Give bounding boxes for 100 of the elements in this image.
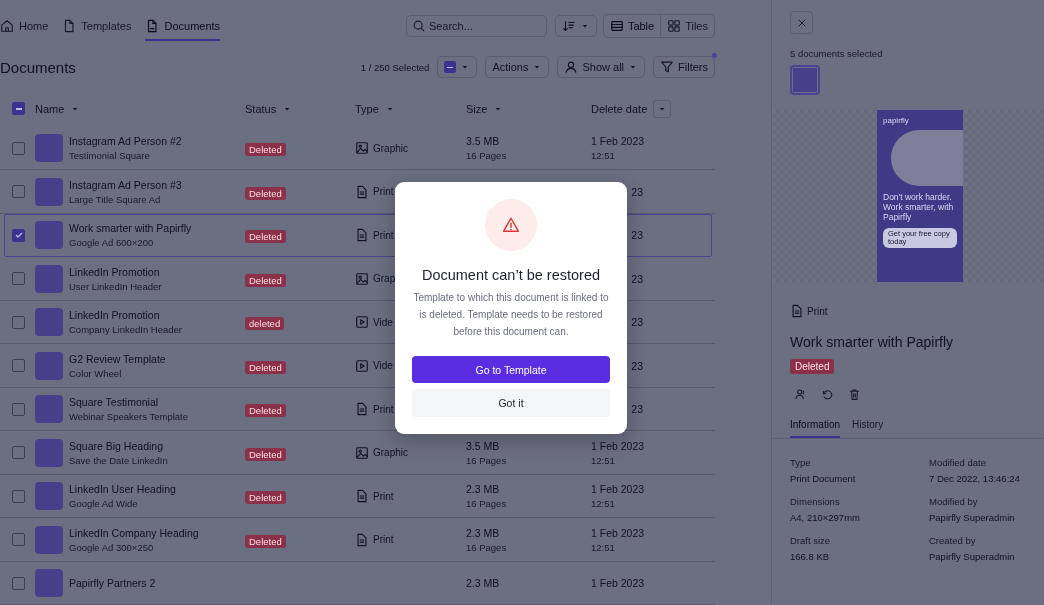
image-icon xyxy=(355,141,369,156)
select-all-checkbox[interactable] xyxy=(12,102,25,116)
row-checkbox[interactable] xyxy=(12,228,25,242)
view-toggle[interactable]: Table xyxy=(603,14,662,37)
filter-icon xyxy=(660,60,675,75)
home-icon xyxy=(0,18,14,33)
row-checkbox[interactable] xyxy=(12,315,25,329)
selection-count: 1 / 250 Selected xyxy=(360,61,430,73)
document-subtitle: User LinkedIn Header xyxy=(69,280,163,292)
row-checkbox[interactable] xyxy=(12,533,25,547)
document-subtitle: Large Title Square Ad xyxy=(69,193,162,205)
status-badge: Deleted xyxy=(245,273,286,287)
table-row[interactable]: LinkedIn Company Heading Google Ad 300×250 Deleted Print 2.3 MB 16 Pages 1 Feb 2023 12:51 xyxy=(0,518,715,562)
photo-placeholder xyxy=(891,130,963,186)
delete-date: 23 xyxy=(630,316,643,329)
warning-icon xyxy=(502,216,520,234)
thumbnail xyxy=(35,438,63,467)
panel-tab[interactable]: History xyxy=(852,419,884,438)
row-checkbox[interactable] xyxy=(12,446,25,460)
field-value: Papirfly Superadmin xyxy=(929,551,1016,562)
column-header[interactable]: Type xyxy=(355,102,379,115)
table-row[interactable]: Instagram Ad Person #2 Testimonial Square Deleted Graphic 3.5 MB 16 Pages 1 Feb 2023 12:51 xyxy=(0,126,715,171)
delete-time: 12:51 xyxy=(591,454,616,466)
selected-thumbnail[interactable] xyxy=(790,65,820,95)
nav-tab[interactable]: Documents xyxy=(145,10,221,41)
column-header[interactable]: Name xyxy=(35,102,65,115)
page-count: 16 Pages xyxy=(466,498,508,510)
row-checkbox[interactable] xyxy=(12,185,25,199)
sort-button[interactable] xyxy=(554,14,597,37)
document-title: Square Big Heading xyxy=(69,439,164,452)
document-title: G2 Review Template xyxy=(69,352,167,365)
sort-icon xyxy=(561,18,576,33)
thumbnail xyxy=(35,525,63,554)
document-title: Papirfly Partners 2 xyxy=(69,577,157,590)
delete-date: 1 Feb 2023 xyxy=(591,483,643,496)
field-value: A4, 210×297mm xyxy=(790,512,861,523)
delete-date: 23 xyxy=(630,403,643,416)
document-title: Work smarter with Papirfly xyxy=(69,222,193,235)
document-subtitle: Google Ad 300×250 xyxy=(69,541,155,553)
type-label: Print xyxy=(373,186,394,198)
type-label: Print xyxy=(373,534,394,546)
row-checkbox[interactable] xyxy=(12,272,25,286)
column-header[interactable]: Status xyxy=(245,102,277,115)
type-label: Grap xyxy=(373,273,396,285)
row-checkbox[interactable] xyxy=(12,489,25,503)
search-field[interactable]: Search... xyxy=(405,14,547,37)
delete-date: 23 xyxy=(630,229,643,242)
table-icon xyxy=(609,18,624,33)
status-badge: Deleted xyxy=(245,491,286,505)
table-row[interactable]: LinkedIn User Heading Google Ad Wide Deleted Print 2.3 MB 16 Pages 1 Feb 2023 12:51 xyxy=(0,474,715,519)
delete-time: 12:51 xyxy=(591,498,616,510)
row-checkbox[interactable] xyxy=(12,359,25,373)
delete-date: 1 Feb 2023 xyxy=(591,577,643,590)
filters-button[interactable]: Filters xyxy=(653,56,715,79)
thumbnail xyxy=(35,351,63,380)
document-title: Work smarter with Papirfly xyxy=(790,334,955,350)
status-badge: Deleted xyxy=(245,186,286,200)
size-value: 2.3 MB xyxy=(466,483,501,496)
panel-tab[interactable]: Information xyxy=(790,419,841,438)
delete-time: 12:51 xyxy=(591,541,616,553)
select-checkbox[interactable] xyxy=(444,61,457,74)
field-value: Print Document xyxy=(790,473,857,484)
type-label: Print xyxy=(373,229,394,241)
status-badge: Deleted xyxy=(245,143,286,157)
status-badge: Deleted xyxy=(245,360,286,374)
page-count: 16 Pages xyxy=(466,541,508,553)
table-row[interactable]: Papirfly Partners 2 2.3 MB 1 Feb 2023 xyxy=(0,561,715,605)
play-icon xyxy=(355,315,369,330)
got-it-button[interactable]: Got it xyxy=(412,389,610,417)
document-icon xyxy=(355,489,369,504)
close-button[interactable] xyxy=(790,11,813,34)
document-subtitle: Webinar Speakers Template xyxy=(69,411,189,423)
show-all-button[interactable]: Show all xyxy=(557,56,646,79)
search-icon xyxy=(411,18,426,33)
nav-tab[interactable]: Templates xyxy=(62,10,132,41)
thumbnail xyxy=(35,395,63,424)
column-menu-button[interactable] xyxy=(653,99,672,118)
field-label: Dimensions xyxy=(790,496,841,507)
tiles-icon xyxy=(667,18,682,33)
view-toggle[interactable]: Tiles xyxy=(661,14,714,37)
row-checkbox[interactable] xyxy=(12,576,25,590)
document-title: Instagram Ad Person #2 xyxy=(69,135,183,148)
document-subtitle: Google Ad 600×200 xyxy=(69,237,155,249)
go-to-template-button[interactable]: Go to Template xyxy=(412,356,610,383)
file-icon xyxy=(62,18,77,33)
nav-tab[interactable]: Home xyxy=(0,10,49,41)
column-header[interactable]: Size xyxy=(466,102,488,115)
delete-date: 23 xyxy=(630,359,643,372)
dash-icon xyxy=(447,66,454,68)
field-label: Modified date xyxy=(929,457,988,468)
logo-text: papirfly xyxy=(883,116,910,125)
column-header[interactable]: Delete date xyxy=(591,102,648,115)
thumbnail xyxy=(35,134,63,163)
type-label: Graphic xyxy=(373,447,408,459)
row-checkbox[interactable] xyxy=(12,402,25,416)
type-label: Print xyxy=(373,490,394,502)
document-title: Instagram Ad Person #3 xyxy=(69,178,183,191)
row-checkbox[interactable] xyxy=(12,141,25,155)
type-label: Graphic xyxy=(373,142,408,154)
actions-button[interactable]: Actions xyxy=(485,56,550,79)
